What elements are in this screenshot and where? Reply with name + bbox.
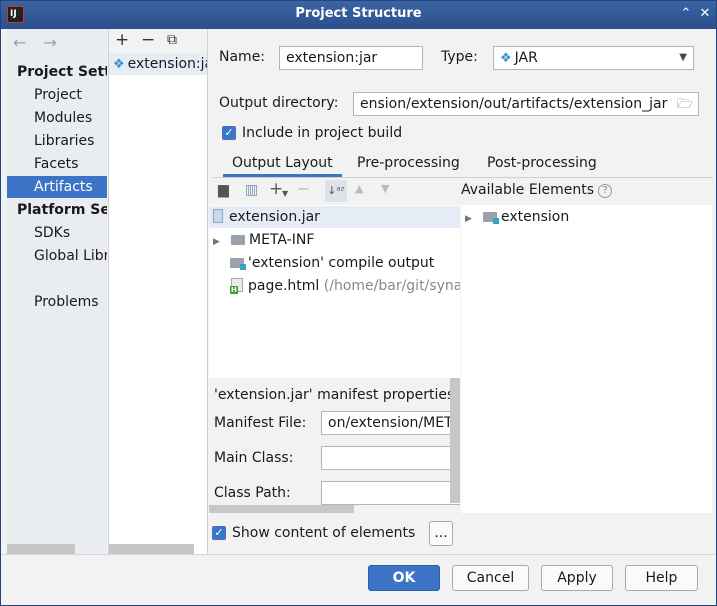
- copy-artifact-button[interactable]: ⧉: [167, 29, 177, 51]
- maximize-button[interactable]: ⌃: [677, 5, 695, 23]
- manifest-horizontal-scrollbar[interactable]: [209, 505, 354, 513]
- platform-settings-heading: Platform Settings: [17, 202, 107, 218]
- include-in-build-label: Include in project build: [242, 125, 403, 141]
- tree-row[interactable]: page.html (/home/bar/git/synat: [209, 275, 460, 297]
- help-button[interactable]: Help: [625, 565, 698, 591]
- nav-item-artifacts[interactable]: Artifacts: [7, 176, 107, 198]
- settings-navigation: ← → Project Settings Project Modules Lib…: [7, 29, 107, 554]
- help-icon[interactable]: ?: [598, 184, 613, 198]
- name-input[interactable]: extension:jar: [279, 46, 423, 70]
- nav-item-facets[interactable]: Facets: [7, 153, 107, 175]
- available-elements-tree: ▶ extension: [461, 205, 712, 513]
- tab-output-layout[interactable]: Output Layout: [223, 153, 342, 177]
- manifest-file-input[interactable]: on/extension/META-INF: [321, 411, 460, 435]
- footer-divider: [1, 554, 716, 555]
- html-file-icon: [230, 278, 243, 294]
- tab-pre-processing[interactable]: Pre-processing: [357, 153, 460, 177]
- output-layout-toolbar: ▆ ▥ + ▼ − ↓ᵃᶻ ▲ ▼: [209, 179, 459, 205]
- folder-browse-icon[interactable]: 🗁: [677, 95, 693, 117]
- type-label: Type:: [441, 49, 478, 65]
- jar-file-icon: [213, 209, 223, 223]
- main-class-input[interactable]: [321, 446, 460, 470]
- nav-horizontal-scrollbar[interactable]: [7, 544, 75, 554]
- artifact-list-scrollbar[interactable]: [109, 544, 194, 554]
- class-path-label: Class Path:: [214, 485, 291, 501]
- jar-artifact-icon: ❖: [113, 57, 125, 72]
- folder-icon: [231, 235, 245, 245]
- show-content-checkbox[interactable]: ✓: [212, 526, 226, 540]
- module-folder-icon: [483, 212, 499, 224]
- nav-item-modules[interactable]: Modules: [7, 107, 107, 129]
- tree-row[interactable]: 'extension' compile output: [209, 252, 460, 274]
- chevron-down-icon[interactable]: ▼: [282, 189, 288, 198]
- jar-type-icon: ❖: [500, 51, 512, 66]
- move-down-icon[interactable]: ▼: [381, 182, 389, 195]
- output-directory-label: Output directory:: [219, 95, 339, 111]
- tab-divider: [213, 177, 713, 178]
- forward-arrow-icon[interactable]: →: [44, 33, 57, 52]
- main-class-label: Main Class:: [214, 450, 294, 466]
- close-button[interactable]: ✕: [696, 5, 714, 23]
- expand-arrow-icon[interactable]: ▶: [213, 231, 225, 253]
- manifest-properties-panel: 'extension.jar' manifest properties: Man…: [209, 378, 460, 513]
- name-label: Name:: [219, 49, 266, 65]
- cancel-button[interactable]: Cancel: [452, 565, 529, 591]
- manifest-vertical-scrollbar[interactable]: [450, 378, 460, 503]
- output-directory-input[interactable]: ension/extension/out/artifacts/extension…: [353, 92, 699, 116]
- project-settings-heading: Project Settings: [17, 64, 107, 80]
- tree-row[interactable]: extension.jar: [209, 206, 460, 228]
- artifact-list-item-label: extension:jar: [127, 56, 207, 72]
- remove-element-icon[interactable]: −: [297, 179, 310, 198]
- move-up-icon[interactable]: ▲: [355, 182, 363, 195]
- artifact-list-toolbar: + − ⧉: [109, 29, 207, 53]
- artifact-list-panel: + − ⧉ ❖extension:jar: [108, 29, 208, 554]
- nav-item-global-libraries[interactable]: Global Libraries: [7, 245, 107, 267]
- tab-post-processing[interactable]: Post-processing: [487, 153, 597, 177]
- nav-item-project[interactable]: Project: [7, 84, 107, 106]
- nav-item-libraries[interactable]: Libraries: [7, 130, 107, 152]
- manifest-heading: 'extension.jar' manifest properties:: [214, 387, 459, 403]
- nav-item-sdks[interactable]: SDKs: [7, 222, 107, 244]
- chevron-down-icon: ▼: [679, 52, 687, 63]
- source-folder-icon: [230, 258, 246, 270]
- artifact-list-item[interactable]: ❖extension:jar: [109, 53, 207, 75]
- ellipsis-button[interactable]: ...: [429, 521, 453, 546]
- new-directory-icon[interactable]: ▆: [218, 182, 229, 198]
- title-bar[interactable]: IJ Project Structure ⌃ ✕: [1, 1, 716, 29]
- sort-elements-icon[interactable]: ↓ᵃᶻ: [325, 180, 347, 202]
- add-artifact-button[interactable]: +: [115, 29, 129, 51]
- remove-artifact-button[interactable]: −: [141, 29, 155, 51]
- output-directory-value: ension/extension/out/artifacts/extension…: [360, 96, 668, 112]
- project-structure-dialog: IJ Project Structure ⌃ ✕ ← → Project Set…: [0, 0, 717, 606]
- manifest-file-label: Manifest File:: [214, 415, 307, 431]
- class-path-input[interactable]: [321, 481, 460, 505]
- back-arrow-icon[interactable]: ←: [13, 33, 26, 52]
- expand-arrow-icon[interactable]: ▶: [465, 208, 477, 230]
- type-select[interactable]: ❖ JAR ▼: [493, 46, 694, 70]
- type-select-value: JAR: [514, 50, 538, 66]
- new-archive-icon[interactable]: ▥: [245, 182, 258, 198]
- show-content-label: Show content of elements: [232, 525, 416, 541]
- available-elements-heading: Available Elements?: [461, 182, 613, 198]
- apply-button[interactable]: Apply: [541, 565, 613, 591]
- output-layout-tree: extension.jar ▶ META-INF 'extension' comp…: [209, 205, 460, 378]
- ok-button[interactable]: OK: [368, 565, 440, 591]
- window-title: Project Structure: [295, 6, 422, 21]
- nav-item-problems[interactable]: Problems: [7, 291, 107, 313]
- tree-row[interactable]: ▶ META-INF: [209, 229, 460, 251]
- include-in-build-checkbox[interactable]: ✓: [222, 126, 236, 140]
- tree-row[interactable]: ▶ extension: [461, 206, 712, 228]
